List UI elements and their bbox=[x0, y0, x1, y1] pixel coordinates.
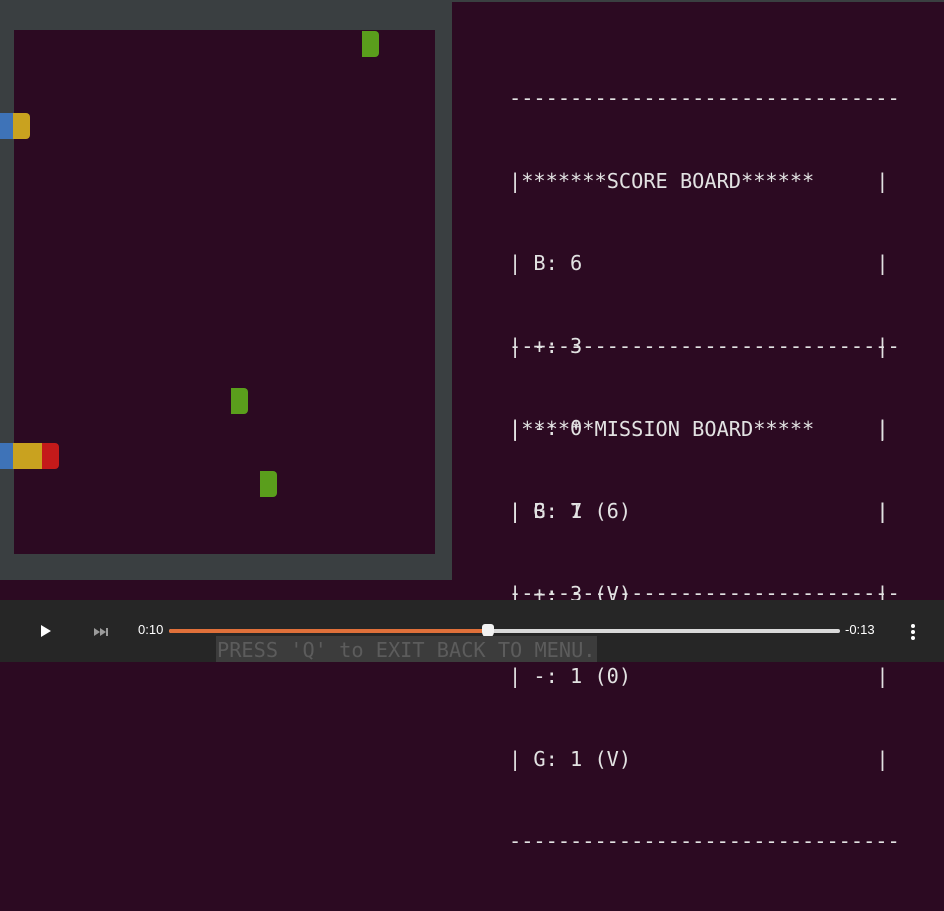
seek-bar-progress bbox=[169, 629, 489, 633]
mission-board-title: ******MISSION BOARD***** bbox=[521, 416, 815, 441]
score-row: | B: 6 | bbox=[509, 250, 900, 278]
terminal-window: -------------------------------- |******… bbox=[0, 0, 944, 853]
snake-segment-blue bbox=[0, 113, 13, 139]
food-item bbox=[260, 471, 277, 497]
mission-board-title-line: |******MISSION BOARD***** | bbox=[509, 416, 900, 444]
score-board-title-line: |*******SCORE BOARD****** | bbox=[509, 168, 900, 196]
skip-forward-icon bbox=[94, 628, 108, 636]
mission-row: | -: 1 (0) | bbox=[509, 663, 900, 691]
mission-board-top-border: -------------------------------- bbox=[509, 334, 900, 358]
mission-row-minus: -: 1 (0) bbox=[533, 664, 632, 688]
exit-instruction-caption: PRESS 'Q' to EXIT BACK TO MENU. bbox=[216, 636, 597, 662]
mission-row-g: G: 1 (V) bbox=[533, 746, 632, 771]
mission-board-bottom-border: -------------------------------- bbox=[509, 829, 900, 853]
remaining-time: -0:13 bbox=[845, 622, 875, 637]
elapsed-time: 0:10 bbox=[138, 622, 164, 637]
score-board-top-border: -------------------------------- bbox=[509, 86, 900, 110]
play-icon bbox=[41, 625, 51, 637]
snake-segment-blue bbox=[0, 443, 13, 469]
mission-row: | B: 7 (6) | bbox=[509, 498, 900, 526]
seek-bar[interactable] bbox=[169, 624, 840, 638]
score-row-b: B: 6 bbox=[533, 251, 583, 275]
more-vertical-icon-dot bbox=[911, 630, 915, 634]
play-button[interactable] bbox=[38, 622, 54, 640]
game-arena-field bbox=[14, 30, 435, 554]
food-item bbox=[231, 388, 248, 414]
snake-segment-yellow bbox=[13, 113, 30, 139]
more-vertical-icon-dot bbox=[911, 636, 915, 640]
mission-row-b: B: 7 (6) bbox=[533, 499, 632, 523]
snake-segment-yellow bbox=[13, 443, 42, 469]
food-item bbox=[362, 31, 379, 57]
mission-row: | G: 1 (V) | bbox=[509, 746, 900, 774]
more-vertical-icon bbox=[911, 624, 915, 628]
more-options-button[interactable] bbox=[905, 622, 921, 640]
game-arena-wall bbox=[0, 2, 452, 580]
score-board-title: *******SCORE BOARD****** bbox=[521, 168, 815, 193]
skip-forward-button[interactable] bbox=[92, 624, 112, 638]
mission-board: -------------------------------- |******… bbox=[509, 278, 900, 911]
snake-head-red bbox=[42, 443, 59, 469]
